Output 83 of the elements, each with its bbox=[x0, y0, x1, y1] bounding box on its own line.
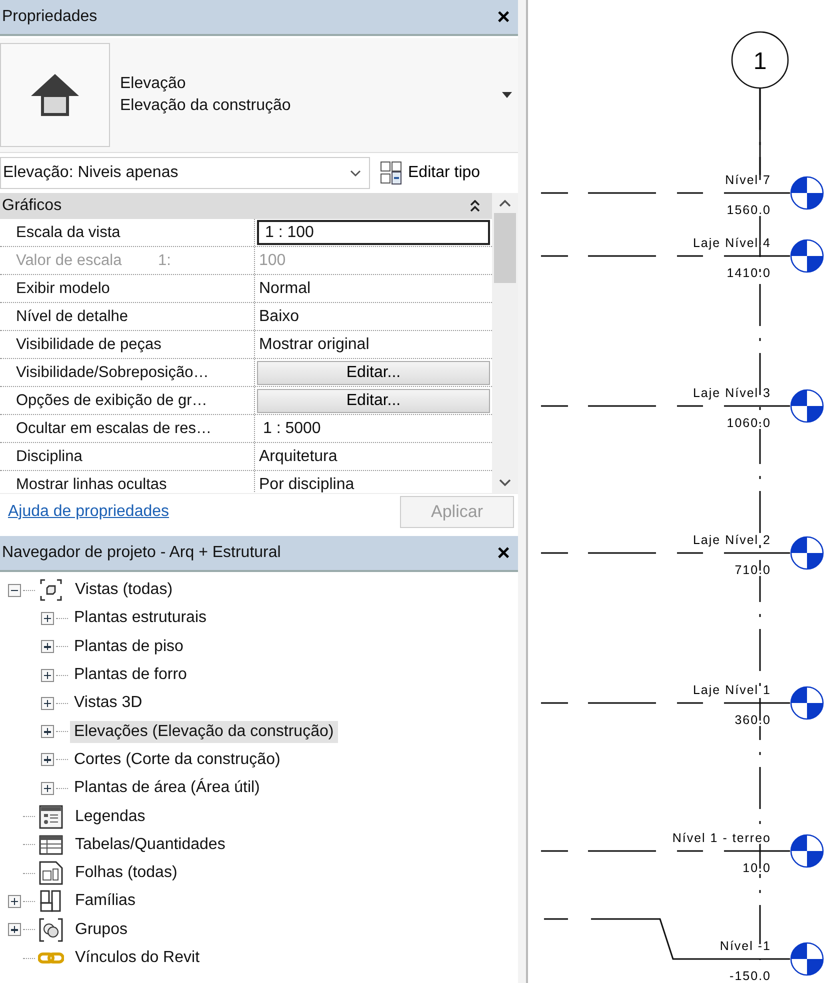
property-label: Mostrar linhas ocultas bbox=[0, 471, 255, 493]
level-name: Laje Nível 3 bbox=[692, 386, 771, 400]
property-value: 100 bbox=[258, 252, 286, 270]
level-name: Nível -1 bbox=[720, 939, 771, 953]
scrollbar[interactable] bbox=[492, 193, 518, 493]
caret-icon bbox=[502, 92, 512, 98]
sheet-icon bbox=[39, 861, 63, 886]
family-icon bbox=[39, 889, 63, 914]
expander-box[interactable] bbox=[41, 725, 54, 738]
tree-item[interactable]: Cortes (Corte da construção) bbox=[70, 748, 284, 771]
expander-box[interactable] bbox=[41, 668, 54, 682]
property-label: Escala da vista bbox=[0, 219, 255, 246]
tree-item[interactable]: Elevações (Elevação da construção) bbox=[70, 720, 338, 743]
expander-box[interactable] bbox=[8, 584, 21, 597]
tree-item[interactable]: Grupos bbox=[71, 918, 132, 941]
help-link[interactable]: Ajuda de propriedades bbox=[8, 503, 170, 521]
expander-box[interactable] bbox=[41, 612, 54, 625]
panels-icon bbox=[380, 161, 402, 185]
property-value: Normal bbox=[258, 280, 311, 298]
expander-box[interactable] bbox=[8, 894, 21, 908]
tree-item[interactable]: Plantas estruturais bbox=[70, 607, 211, 630]
unit-label: 1: bbox=[158, 252, 171, 270]
type-selector[interactable]: Elevação Elevação da construção bbox=[0, 38, 518, 153]
tree-item[interactable]: Folhas (todas) bbox=[71, 862, 182, 884]
level-elevation: 1410.0 bbox=[726, 266, 771, 280]
panel-title: Propriedades bbox=[2, 8, 98, 26]
property-value: Baixo bbox=[258, 308, 300, 326]
scroll-thumb[interactable] bbox=[494, 213, 516, 283]
expander-box[interactable] bbox=[41, 640, 54, 654]
grid-label: 1 bbox=[753, 48, 767, 75]
scroll-up-icon bbox=[499, 199, 511, 207]
panel-title: Navegador de projeto - Arq + Estrutural bbox=[2, 544, 281, 562]
tree-item[interactable]: Famílias bbox=[71, 890, 140, 912]
property-label: Disciplina bbox=[0, 443, 255, 470]
instance-filter-dropdown[interactable]: Elevação: Niveis apenas bbox=[0, 157, 370, 189]
tree-item[interactable]: Vínculos do Revit bbox=[71, 947, 204, 969]
expander-box[interactable] bbox=[41, 696, 54, 710]
group-title: Gráficos bbox=[2, 197, 62, 215]
tree-item[interactable]: Plantas de piso bbox=[70, 636, 188, 658]
chevron-down-icon bbox=[350, 170, 361, 176]
property-label: Opções de exibição de gr… bbox=[0, 387, 255, 414]
level-name: Laje Nível 1 bbox=[692, 683, 771, 697]
close-button[interactable]: × bbox=[493, 6, 514, 28]
scroll-down-icon bbox=[499, 479, 511, 487]
level-elevation: 1560.0 bbox=[726, 203, 771, 217]
property-value: Mostrar original bbox=[258, 336, 370, 354]
edit-button[interactable]: Editar... bbox=[257, 388, 490, 412]
level-elevation: -150.0 bbox=[730, 969, 771, 983]
tree-item[interactable]: Tabelas/Quantidades bbox=[71, 834, 230, 856]
tree-item[interactable]: Vistas (todas) bbox=[71, 579, 177, 602]
level-name: Nível 7 bbox=[725, 173, 771, 187]
type-name: Elevação da construção bbox=[120, 97, 292, 115]
tree-item[interactable]: Plantas de forro bbox=[70, 664, 191, 686]
level-elevation: 1060.0 bbox=[726, 416, 771, 430]
expander-box[interactable] bbox=[41, 782, 54, 795]
level-name: Laje Nível 4 bbox=[692, 236, 771, 250]
group-header[interactable]: Gráficos bbox=[0, 193, 492, 219]
expander-box[interactable] bbox=[41, 753, 54, 766]
value-field[interactable]: 1 : 100 bbox=[257, 220, 490, 245]
family-name: Elevação bbox=[120, 75, 187, 93]
edit-type-button[interactable]: Editar tipo bbox=[376, 161, 484, 185]
group-icon bbox=[39, 918, 63, 942]
grid-bubble bbox=[731, 31, 789, 89]
property-label: Ocultar em escalas de res… bbox=[0, 415, 255, 442]
up-arrow-icon bbox=[29, 72, 81, 118]
view-frame-icon bbox=[40, 579, 62, 602]
close-button[interactable]: × bbox=[493, 542, 514, 564]
property-value: Arquitetura bbox=[258, 448, 338, 466]
edit-button[interactable]: Editar... bbox=[257, 360, 490, 384]
tree-item[interactable]: Plantas de área (Área útil) bbox=[70, 777, 264, 800]
level-name: Laje Nível 2 bbox=[692, 533, 771, 547]
property-label: Visibilidade/Sobreposição… bbox=[0, 359, 255, 386]
property-label: Exibir modelo bbox=[0, 275, 255, 302]
property-label: Visibilidade de peças bbox=[0, 331, 255, 358]
legend-icon bbox=[39, 804, 63, 829]
tree-item[interactable]: Legendas bbox=[71, 806, 150, 828]
property-label: Nível de detalhe bbox=[0, 303, 255, 330]
tree-item[interactable]: Vistas 3D bbox=[70, 692, 146, 714]
table-icon bbox=[39, 834, 63, 855]
value-field[interactable]: 1 : 5000 bbox=[257, 420, 321, 438]
property-value: Por disciplina bbox=[258, 476, 354, 493]
chain-link-icon bbox=[38, 952, 64, 964]
expander-box[interactable] bbox=[8, 923, 21, 936]
